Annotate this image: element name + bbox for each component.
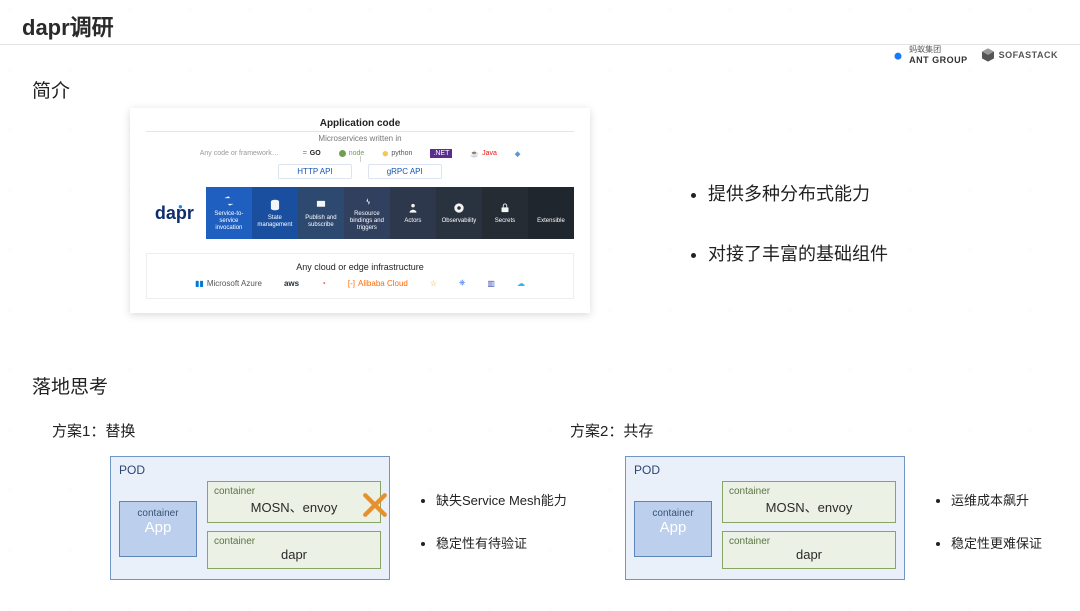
pod-label: POD xyxy=(119,463,381,477)
lang-cpp: ◆ xyxy=(515,150,520,158)
lang-dotnet: .NET xyxy=(430,149,452,158)
ant-en: ANT GROUP xyxy=(909,55,968,65)
dapr-container-box: container dapr xyxy=(722,531,896,569)
container-label: container xyxy=(120,508,196,519)
scheme1-bullet-2: 稳定性有待验证 xyxy=(436,533,567,552)
ant-cn: 蚂蚁集团 xyxy=(909,44,968,55)
dapr-brand: dapr xyxy=(146,203,194,224)
scheme1-heading: 方案1：替换 xyxy=(52,420,135,441)
cloud-edge: ▥ xyxy=(487,279,495,288)
block-bindings: Resource bindings and triggers xyxy=(344,187,390,239)
app-container-box: container App xyxy=(634,501,712,557)
block-service-invocation: Service-to- service invocation xyxy=(206,187,252,239)
intro-bullet-1: 提供多种分布式能力 xyxy=(708,180,888,206)
intro-heading: 简介 xyxy=(32,76,70,103)
scheme2-heading: 方案2：共存 xyxy=(570,420,653,441)
mosn-envoy-name: MOSN、envoy xyxy=(729,497,889,516)
pod-label: POD xyxy=(634,463,896,477)
cloud-generic: ☁ xyxy=(517,279,525,288)
scheme2-bullets: 运维成本飙升 稳定性更难保证 xyxy=(935,490,1042,576)
block-actors: Actors xyxy=(390,187,436,239)
lang-java: ☕Java xyxy=(470,150,497,158)
building-blocks-row: Service-to- service invocation State man… xyxy=(206,187,574,239)
dapr-container-box: container dapr xyxy=(207,531,381,569)
langs-lead: Any code or framework… xyxy=(200,150,279,157)
block-state: State management xyxy=(252,187,298,239)
api-row: HTTP API gRPC API xyxy=(146,164,574,179)
block-secrets: Secrets xyxy=(482,187,528,239)
slide-title: dapr调研 xyxy=(22,10,114,42)
app-container-box: container App xyxy=(119,501,197,557)
scheme1-pod: POD container App container MOSN、envoy c… xyxy=(110,456,390,580)
mosn-envoy-box-crossed: container MOSN、envoy xyxy=(207,481,381,523)
cube-icon xyxy=(980,47,996,63)
lang-go: =GO xyxy=(303,150,321,157)
intro-bullets: 提供多种分布式能力 对接了丰富的基础组件 xyxy=(690,180,888,300)
landing-heading: 落地思考 xyxy=(32,372,108,399)
cloud-onprem: ☆ xyxy=(430,279,437,288)
container-label: container xyxy=(729,486,889,497)
mosn-envoy-box: container MOSN、envoy xyxy=(722,481,896,523)
cross-out-icon xyxy=(362,492,388,518)
container-label: container xyxy=(214,486,374,497)
grpc-api-box: gRPC API xyxy=(368,164,442,179)
block-extensible: Extensible xyxy=(528,187,574,239)
app-name: App xyxy=(635,519,711,536)
dapr-name: dapr xyxy=(214,547,374,562)
container-label: container xyxy=(729,536,889,547)
scheme2-bullet-2: 稳定性更难保证 xyxy=(951,533,1042,552)
sofastack-logo: SOFASTACK xyxy=(980,47,1058,63)
cloud-alibaba: [-]Alibaba Cloud xyxy=(348,279,408,288)
container-label: container xyxy=(214,536,374,547)
container-label: container xyxy=(635,508,711,519)
dapr-name: dapr xyxy=(729,547,889,562)
cloud-aws: aws xyxy=(284,279,299,288)
scheme2-bullet-1: 运维成本飙升 xyxy=(951,490,1042,509)
ant-icon xyxy=(891,48,905,62)
http-api-box: HTTP API xyxy=(278,164,351,179)
app-code-heading: Application code xyxy=(146,118,574,129)
cloud-heading: Any cloud or edge infrastructure xyxy=(157,262,563,272)
cloud-infra-row: Any cloud or edge infrastructure ▮▮Micro… xyxy=(146,253,574,299)
lang-python: ⬢python xyxy=(382,150,412,158)
sofa-text: SOFASTACK xyxy=(999,50,1058,60)
ant-group-logo: 蚂蚁集团 ANT GROUP xyxy=(891,44,968,65)
intro-bullet-2: 对接了丰富的基础组件 xyxy=(708,240,888,266)
vendor-logos: 蚂蚁集团 ANT GROUP SOFASTACK xyxy=(891,44,1058,65)
cloud-gcp: ◔ xyxy=(321,279,326,288)
mosn-envoy-name: MOSN、envoy xyxy=(214,497,374,516)
app-name: App xyxy=(120,519,196,536)
cloud-k8s: ⎈ xyxy=(459,278,465,288)
cloud-azure: ▮▮Microsoft Azure xyxy=(195,279,262,288)
scheme2-pod: POD container App container MOSN、envoy c… xyxy=(625,456,905,580)
dapr-architecture-figure: Application code Microservices written i… xyxy=(130,108,590,313)
block-pubsub: Publish and subscribe xyxy=(298,187,344,239)
scheme1-bullets: 缺失Service Mesh能力 稳定性有待验证 xyxy=(420,490,567,576)
ms-heading: Microservices written in xyxy=(146,131,574,143)
block-observability: Observability xyxy=(436,187,482,239)
scheme1-bullet-1: 缺失Service Mesh能力 xyxy=(436,490,567,509)
